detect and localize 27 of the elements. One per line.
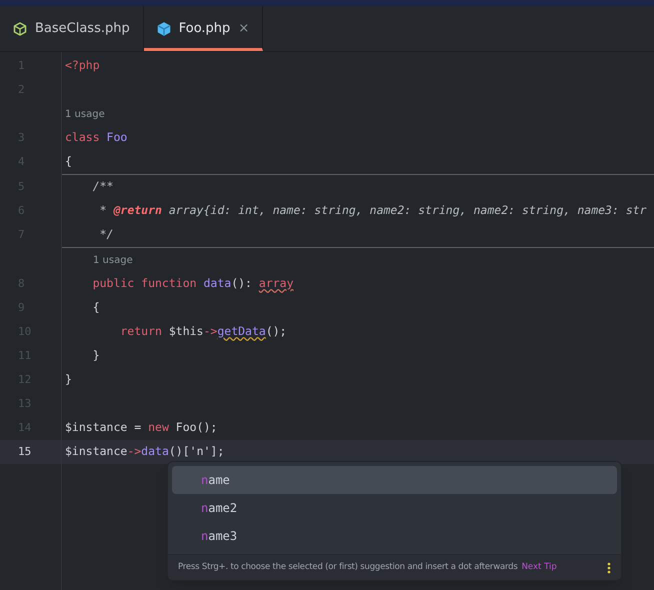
line-number: 15: [17, 444, 32, 460]
cube-icon: [156, 22, 171, 36]
code-line: return $this->getData();: [119, 324, 287, 338]
tip-text: Press Strg+. to choose the selected (or first) suggestion and insert a dot afterwards: [178, 561, 518, 574]
code-line: * @return array{id: int, name: string, name2: string, name2: string, name3: str: [98, 203, 647, 218]
usage-hint[interactable]: 1 usage: [0, 106, 105, 122]
code-line: }: [92, 348, 100, 362]
next-tip-link[interactable]: Next Tip: [522, 561, 557, 574]
code-line: $instance->data()['n'];: [65, 444, 224, 458]
code-line: }: [65, 372, 72, 386]
code-line: <?php: [65, 58, 100, 72]
more-icon[interactable]: [607, 562, 611, 574]
completion-item[interactable]: name2: [172, 494, 617, 522]
completion-item[interactable]: name3: [172, 522, 617, 550]
completion-item[interactable]: name: [172, 466, 617, 494]
file-tab[interactable]: Foo.php ×: [144, 6, 264, 51]
code-line: public function data(): array: [92, 276, 294, 290]
file-tab[interactable]: BaseClass.php: [0, 6, 144, 51]
code-line: */: [98, 227, 114, 242]
code-line: {: [65, 154, 72, 168]
code-line: class Foo: [65, 130, 128, 144]
code-line: /**: [92, 179, 114, 194]
code-line: $instance = new Foo();: [65, 420, 218, 434]
code-line: {: [92, 300, 100, 314]
usage-hint[interactable]: 1 usage: [0, 252, 133, 268]
close-icon[interactable]: ×: [238, 18, 250, 38]
cube-icon: [13, 22, 27, 36]
